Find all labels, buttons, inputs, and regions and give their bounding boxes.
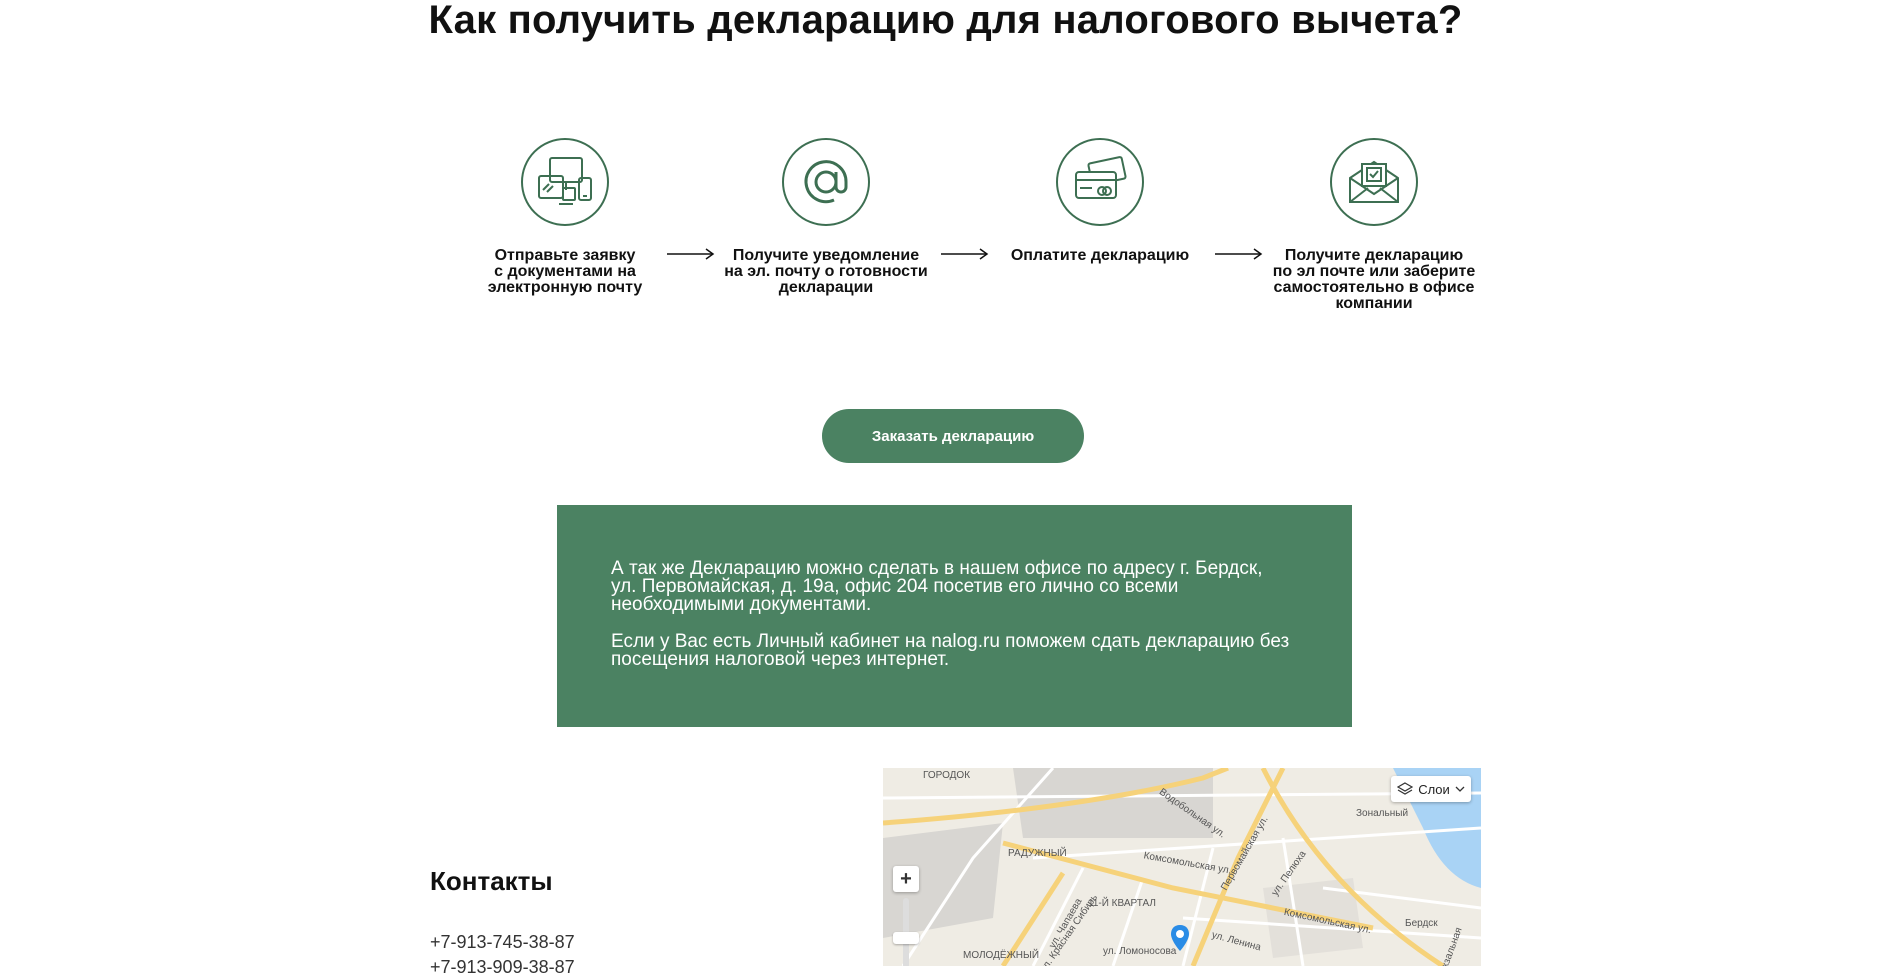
step-2-circle	[782, 138, 870, 226]
map-widget[interactable]: ГОРОДОК РАДУЖНЫЙ 11-Й КВАРТАЛ МОЛОДЁЖНЫЙ…	[883, 768, 1481, 966]
contacts-title: Контакты	[430, 866, 553, 896]
map-label: МОЛОДЁЖНЫЙ	[963, 950, 1040, 961]
arrow-right-icon	[941, 248, 989, 260]
arrow-right-icon	[667, 248, 715, 260]
map-label: Зональный	[1356, 808, 1409, 819]
map-label: Бердск	[1405, 918, 1438, 929]
layers-icon	[1397, 782, 1414, 795]
phone-link[interactable]: +7-913-745-38-87	[430, 932, 575, 953]
step-send-request: Отправьте заявку с документами на электрон…	[460, 138, 670, 296]
order-declaration-button[interactable]: Заказать декларацию	[822, 409, 1084, 463]
office-info-box: А так же Декларацию можно сделать в наше…	[557, 505, 1352, 727]
step-4-label: Получите декларацию по эл почте или забер…	[1272, 247, 1476, 312]
map-label: ГОРОДОК	[923, 770, 971, 781]
page-title: Как получить декларацию для налогового в…	[428, 0, 1463, 42]
credit-card-icon	[1075, 156, 1127, 199]
step-receive: Получите декларацию по эл почте или забер…	[1269, 138, 1479, 312]
map-layers-label: Слои	[1418, 781, 1450, 797]
step-payment: Оплатите декларацию	[995, 138, 1205, 264]
online-info-paragraph: Если у Вас есть Личный кабинет на nalog.…	[611, 631, 1290, 670]
step-3-circle	[1056, 138, 1144, 226]
step-1-label: Отправьте заявку с документами на электрон…	[487, 247, 643, 296]
step-4-circle	[1330, 138, 1418, 226]
map-zoom-slider-thumb[interactable]	[893, 932, 919, 944]
map-label: ул. Ломоносова	[1103, 946, 1177, 957]
step-3-label: Оплатите декларацию	[1010, 247, 1190, 264]
map-zoom-in-button[interactable]: +	[893, 866, 919, 892]
office-info-paragraph: А так же Декларацию можно сделать в наше…	[611, 558, 1263, 615]
step-1-circle	[521, 138, 609, 226]
at-sign-icon	[804, 160, 848, 204]
map-layers-button[interactable]: Слои	[1391, 776, 1471, 802]
envelope-check-icon	[1349, 160, 1399, 203]
step-notification: Получите уведомление на эл. почту о готов…	[721, 138, 931, 296]
step-2-label: Получите уведомление на эл. почту о готов…	[724, 247, 928, 296]
phone-link[interactable]: +7-913-909-38-87	[430, 957, 575, 978]
map-label: РАДУЖНЫЙ	[1008, 848, 1067, 859]
map-pin-icon[interactable]	[1168, 923, 1192, 955]
chevron-down-icon	[1455, 786, 1465, 792]
devices-icon	[538, 157, 592, 205]
arrow-right-icon	[1215, 248, 1263, 260]
